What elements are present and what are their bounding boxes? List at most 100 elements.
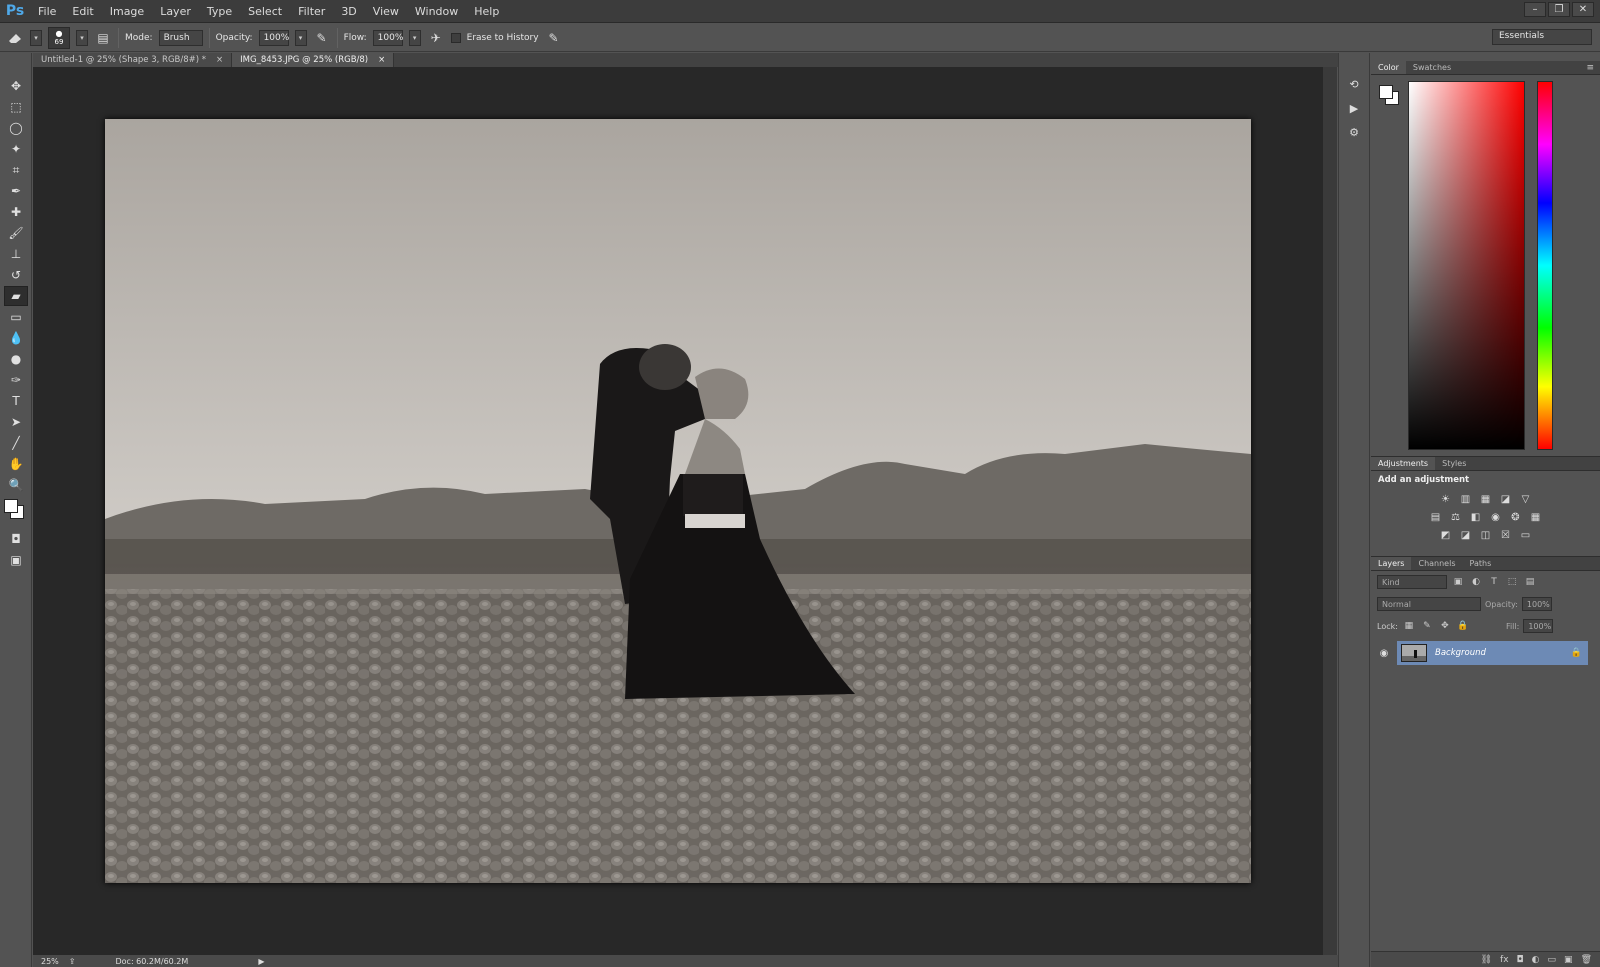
crop-tool-icon[interactable]: ⌗ xyxy=(4,160,28,180)
screen-mode-icon[interactable]: ▣ xyxy=(4,550,28,570)
threshold-icon[interactable]: ◫ xyxy=(1478,528,1493,543)
type-tool-icon[interactable]: T xyxy=(4,391,28,411)
vertical-scrollbar[interactable] xyxy=(1323,67,1337,955)
zoom-level[interactable]: 25% xyxy=(41,957,59,966)
lock-pixels-icon[interactable]: ✎ xyxy=(1420,619,1434,633)
menu-window[interactable]: Window xyxy=(407,0,466,23)
color-picker-field[interactable] xyxy=(1408,81,1525,450)
tab-channels[interactable]: Channels xyxy=(1411,557,1462,570)
workspace-select[interactable]: Essentials xyxy=(1492,29,1592,45)
menu-type[interactable]: Type xyxy=(199,0,240,23)
posterize-icon[interactable]: ◪ xyxy=(1458,528,1473,543)
menu-edit[interactable]: Edit xyxy=(64,0,101,23)
brightness-contrast-icon[interactable]: ☀ xyxy=(1438,492,1453,507)
eraser-tool-icon[interactable]: ▰ xyxy=(4,286,28,306)
foreground-color-swatch[interactable] xyxy=(4,499,18,513)
opacity-field[interactable]: 100% xyxy=(258,29,289,46)
tab-color[interactable]: Color xyxy=(1371,61,1406,74)
tab-swatches[interactable]: Swatches xyxy=(1406,61,1458,74)
layer-style-icon[interactable]: fx xyxy=(1500,955,1509,965)
new-group-icon[interactable]: ▭ xyxy=(1548,955,1557,965)
gradient-tool-icon[interactable]: ▭ xyxy=(4,307,28,327)
hand-tool-icon[interactable]: ✋ xyxy=(4,454,28,474)
zoom-tool-icon[interactable]: 🔍 xyxy=(4,475,28,495)
color-balance-icon[interactable]: ⚖ xyxy=(1448,510,1463,525)
dodge-tool-icon[interactable]: ● xyxy=(4,349,28,369)
fill-field[interactable]: 100% xyxy=(1523,619,1554,633)
tab-img-8453[interactable]: IMG_8453.JPG @ 25% (RGB/8) × xyxy=(232,53,395,67)
visibility-eye-icon[interactable]: ◉ xyxy=(1377,648,1391,659)
layer-row[interactable]: ◉ Background 🔒 xyxy=(1371,641,1600,665)
pressure-size-icon[interactable]: ✎ xyxy=(545,29,563,47)
marquee-tool-icon[interactable]: ⬚ xyxy=(4,97,28,117)
erase-to-history-checkbox[interactable] xyxy=(450,32,461,43)
share-icon[interactable]: ⇪ xyxy=(69,957,76,966)
layer-name[interactable]: Background xyxy=(1435,648,1563,658)
foreground-color-swatch[interactable] xyxy=(1379,85,1393,99)
brush-size-picker[interactable]: ● 69 xyxy=(48,26,70,49)
preset-dropdown[interactable]: ▾ xyxy=(30,29,42,46)
history-panel-icon[interactable]: ⟲ xyxy=(1344,75,1364,93)
path-select-tool-icon[interactable]: ➤ xyxy=(4,412,28,432)
move-tool-icon[interactable]: ✥ xyxy=(4,76,28,96)
type-filter-icon[interactable]: T xyxy=(1487,575,1501,589)
menu-filter[interactable]: Filter xyxy=(290,0,333,23)
clone-stamp-tool-icon[interactable]: ⊥ xyxy=(4,244,28,264)
canvas-area[interactable] xyxy=(33,67,1323,955)
airbrush-icon[interactable]: ✈ xyxy=(427,29,445,47)
channel-mixer-icon[interactable]: ❂ xyxy=(1508,510,1523,525)
new-layer-icon[interactable]: ▣ xyxy=(1564,955,1573,965)
tab-adjustments[interactable]: Adjustments xyxy=(1371,457,1436,470)
minimize-button[interactable]: – xyxy=(1524,2,1546,17)
lasso-tool-icon[interactable]: ◯ xyxy=(4,118,28,138)
invert-icon[interactable]: ◩ xyxy=(1438,528,1453,543)
menu-image[interactable]: Image xyxy=(102,0,152,23)
opacity-dropdown[interactable]: ▾ xyxy=(294,29,307,46)
blend-mode-select[interactable]: Normal xyxy=(1377,597,1481,611)
black-white-icon[interactable]: ◧ xyxy=(1468,510,1483,525)
tab-close-icon[interactable]: × xyxy=(216,53,223,67)
properties-panel-icon[interactable]: ⚙ xyxy=(1344,123,1364,141)
menu-help[interactable]: Help xyxy=(466,0,507,23)
layer-kind-filter[interactable]: Kind xyxy=(1377,575,1447,589)
layer-opacity-field[interactable]: 100% xyxy=(1521,597,1552,611)
lock-transparency-icon[interactable]: ▦ xyxy=(1402,619,1416,633)
eyedropper-tool-icon[interactable]: ✒ xyxy=(4,181,28,201)
document-image[interactable] xyxy=(105,119,1251,883)
new-adjustment-layer-icon[interactable]: ◐ xyxy=(1532,955,1540,965)
hue-slider[interactable] xyxy=(1537,81,1553,450)
vibrance-icon[interactable]: ▽ xyxy=(1518,492,1533,507)
close-button[interactable]: ✕ xyxy=(1572,2,1594,17)
lock-position-icon[interactable]: ✥ xyxy=(1438,619,1452,633)
mode-select[interactable]: Brush xyxy=(158,29,203,46)
layer-background[interactable]: Background 🔒 xyxy=(1397,641,1588,665)
brush-dropdown[interactable]: ▾ xyxy=(76,29,88,46)
quick-mask-icon[interactable]: ◘ xyxy=(4,529,28,549)
quick-select-tool-icon[interactable]: ✦ xyxy=(4,139,28,159)
brush-panel-icon[interactable]: ▤ xyxy=(94,29,112,47)
pixel-filter-icon[interactable]: ▣ xyxy=(1451,575,1465,589)
menu-3d[interactable]: 3D xyxy=(333,0,364,23)
pen-tool-icon[interactable]: ✑ xyxy=(4,370,28,390)
tab-styles[interactable]: Styles xyxy=(1435,457,1473,470)
photo-filter-icon[interactable]: ◉ xyxy=(1488,510,1503,525)
history-brush-tool-icon[interactable]: ↺ xyxy=(4,265,28,285)
status-menu-arrow-icon[interactable]: ▶ xyxy=(258,957,264,966)
curves-icon[interactable]: ▦ xyxy=(1478,492,1493,507)
actions-panel-icon[interactable]: ▶ xyxy=(1344,99,1364,117)
menu-layer[interactable]: Layer xyxy=(152,0,199,23)
healing-brush-tool-icon[interactable]: ✚ xyxy=(4,202,28,222)
tab-paths[interactable]: Paths xyxy=(1463,557,1499,570)
menu-file[interactable]: File xyxy=(30,0,64,23)
delete-layer-icon[interactable]: 🗑 xyxy=(1581,955,1592,965)
link-layers-icon[interactable]: ⛓ xyxy=(1481,955,1492,965)
menu-view[interactable]: View xyxy=(365,0,407,23)
pressure-opacity-icon[interactable]: ✎ xyxy=(313,29,331,47)
exposure-icon[interactable]: ◪ xyxy=(1498,492,1513,507)
gradient-map-icon[interactable]: ▭ xyxy=(1518,528,1533,543)
selective-color-icon[interactable]: ☒ xyxy=(1498,528,1513,543)
restore-button[interactable]: ❐ xyxy=(1548,2,1570,17)
color-swatches[interactable] xyxy=(4,497,27,527)
levels-icon[interactable]: ▥ xyxy=(1458,492,1473,507)
tab-untitled-1[interactable]: Untitled-1 @ 25% (Shape 3, RGB/8#) * × xyxy=(33,53,233,67)
